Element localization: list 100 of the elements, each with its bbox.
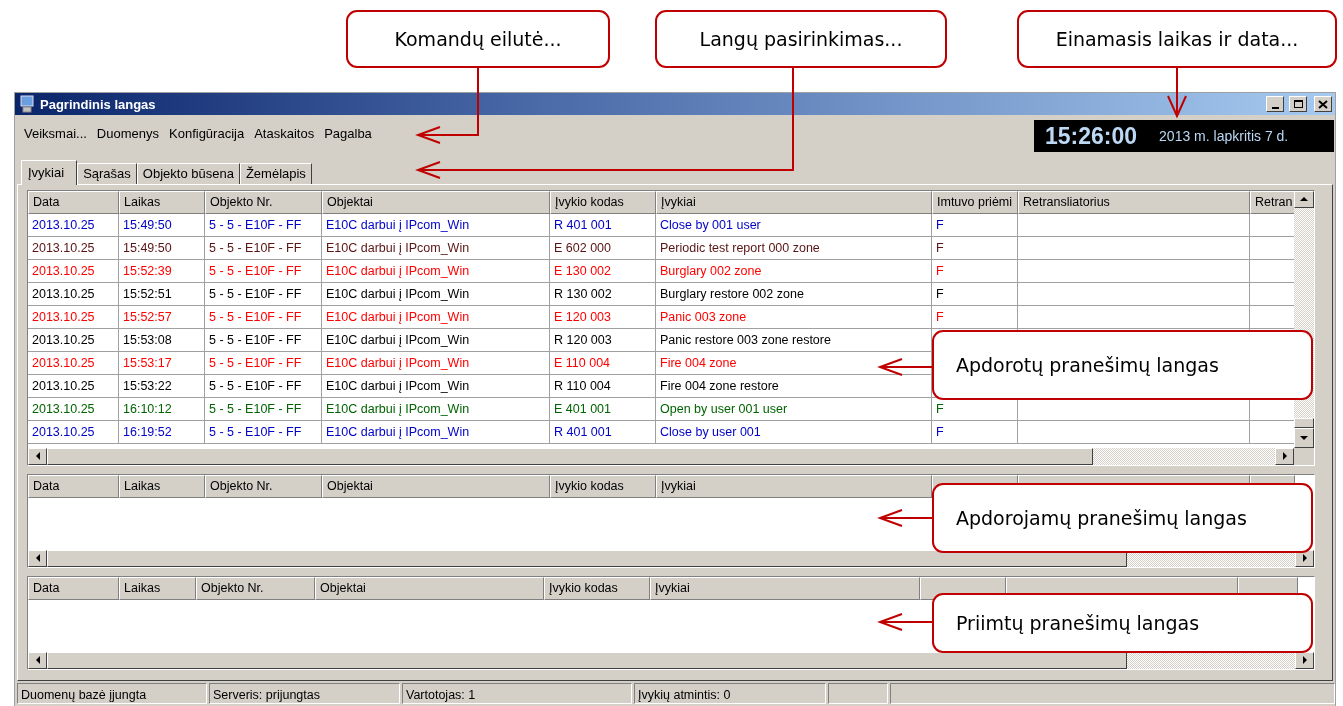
column-header[interactable]: Retransliatorius: [1018, 190, 1250, 214]
column-header[interactable]: Objekto Nr.: [205, 474, 322, 498]
table-cell: 5 - 5 - E10F - FF: [205, 305, 322, 329]
table-cell: 5 - 5 - E10F - FF: [205, 374, 322, 398]
table-cell: R 401 001: [550, 420, 656, 444]
menu-item[interactable]: Ataskaitos: [249, 126, 320, 142]
right-triangle-icon: [1282, 452, 1287, 461]
table-cell: E10C darbui į IPcom_Win: [322, 305, 550, 329]
table-cell: Open by user 001 user: [656, 397, 932, 421]
table-cell: 5 - 5 - E10F - FF: [205, 351, 322, 375]
tab[interactable]: Sąrašas: [77, 162, 137, 184]
table-cell: 15:49:50: [119, 213, 205, 237]
column-header[interactable]: Įvykiai: [656, 474, 932, 498]
column-header[interactable]: Objektai: [322, 190, 550, 214]
column-header[interactable]: Įvykiai: [650, 576, 920, 600]
scroll-thumb[interactable]: [47, 447, 1093, 465]
annotation-arrow: [877, 358, 933, 376]
menu-item[interactable]: Veiksmai...: [19, 126, 92, 142]
column-header[interactable]: Imtuvo priėmi: [932, 190, 1018, 214]
clock-time: 15:26:00: [1045, 122, 1138, 150]
tab[interactable]: Žemėlapis: [239, 162, 312, 184]
table-cell: 5 - 5 - E10F - FF: [205, 420, 322, 444]
table-cell: E10C darbui į IPcom_Win: [322, 351, 550, 375]
tab[interactable]: Objekto būsena: [136, 162, 240, 184]
column-header[interactable]: Įvykio kodas: [550, 190, 656, 214]
horizontal-scrollbar[interactable]: [28, 447, 1314, 465]
annotation-arrow: [877, 613, 933, 631]
computer-icon: [19, 95, 35, 114]
table-cell: E10C darbui į IPcom_Win: [322, 259, 550, 283]
tab[interactable]: Įvykiai: [21, 159, 78, 185]
scroll-thumb[interactable]: [47, 549, 1127, 567]
column-header[interactable]: Laikas: [119, 190, 205, 214]
column-header[interactable]: Įvykiai: [656, 190, 932, 214]
table-cell: E10C darbui į IPcom_Win: [322, 374, 550, 398]
scroll-left-button[interactable]: [28, 549, 47, 567]
table-cell: E10C darbui į IPcom_Win: [322, 213, 550, 237]
menu-item[interactable]: Pagalba: [319, 126, 377, 142]
column-header[interactable]: Objekto Nr.: [205, 190, 322, 214]
scroll-left-button[interactable]: [28, 447, 47, 465]
column-header[interactable]: Laikas: [119, 474, 205, 498]
column-header[interactable]: Retran: [1250, 190, 1294, 214]
table-cell: Burglary 002 zone: [656, 259, 932, 283]
table-cell: Fire 004 zone restore: [656, 374, 932, 398]
table-cell: F: [932, 213, 1018, 237]
table-cell: F: [932, 420, 1018, 444]
table-cell: E10C darbui į IPcom_Win: [322, 420, 550, 444]
scroll-down-button[interactable]: [1294, 427, 1314, 448]
column-header[interactable]: Data: [28, 190, 119, 214]
maximize-button[interactable]: [1289, 96, 1307, 113]
column-header[interactable]: Data: [28, 474, 119, 498]
table-cell: F: [932, 282, 1018, 306]
column-header[interactable]: Įvykio kodas: [550, 474, 656, 498]
table-cell: F: [932, 305, 1018, 329]
scroll-thumb[interactable]: [47, 651, 1127, 669]
table-cell: 16:10:12: [119, 397, 205, 421]
table-cell: E10C darbui į IPcom_Win: [322, 236, 550, 260]
callout-tooltip: Apdorojamų pranešimų langas: [932, 483, 1313, 553]
scroll-right-button[interactable]: [1295, 651, 1314, 669]
table-cell: 2013.10.25: [28, 328, 119, 352]
table-cell: 2013.10.25: [28, 305, 119, 329]
column-header[interactable]: Objekto Nr.: [196, 576, 315, 600]
annotation-arrow: [1167, 67, 1187, 119]
table-cell: 5 - 5 - E10F - FF: [205, 282, 322, 306]
status-panel: Vartotojas: 1: [402, 682, 632, 704]
table-cell: Burglary restore 002 zone: [656, 282, 932, 306]
minimize-button[interactable]: [1266, 96, 1284, 113]
table-cell: F: [932, 259, 1018, 283]
status-panel: Įvykių atmintis: 0: [634, 682, 826, 704]
status-panel: [828, 682, 888, 704]
column-header[interactable]: Objektai: [322, 474, 550, 498]
table-cell: 5 - 5 - E10F - FF: [205, 236, 322, 260]
table-cell: F: [932, 236, 1018, 260]
scroll-thumb[interactable]: [1294, 417, 1314, 428]
scroll-up-button[interactable]: [1294, 190, 1314, 208]
menu-item[interactable]: Duomenys: [91, 126, 164, 142]
table-cell: E10C darbui į IPcom_Win: [322, 328, 550, 352]
table-cell: Close by 001 user: [656, 213, 932, 237]
horizontal-scrollbar[interactable]: [28, 549, 1314, 567]
column-header[interactable]: Data: [28, 576, 119, 600]
table-cell: 15:53:08: [119, 328, 205, 352]
table-cell: 15:53:22: [119, 374, 205, 398]
column-header[interactable]: Objektai: [315, 576, 544, 600]
table-cell: 5 - 5 - E10F - FF: [205, 328, 322, 352]
close-button[interactable]: [1314, 96, 1332, 113]
column-header[interactable]: Įvykio kodas: [544, 576, 650, 600]
table-cell: Fire 004 zone: [656, 351, 932, 375]
table-cell: 15:52:57: [119, 305, 205, 329]
scroll-left-button[interactable]: [28, 651, 47, 669]
up-triangle-icon: [1300, 197, 1308, 202]
horizontal-scrollbar[interactable]: [28, 651, 1314, 669]
table-cell: 5 - 5 - E10F - FF: [205, 213, 322, 237]
annotation-arrow: [877, 509, 933, 527]
table-cell: E 602 000: [550, 236, 656, 260]
menu-item[interactable]: Konfigūracija: [164, 126, 250, 142]
scroll-right-button[interactable]: [1275, 447, 1294, 465]
table-cell: Periodic test report 000 zone: [656, 236, 932, 260]
column-header[interactable]: Laikas: [119, 576, 196, 600]
table-cell: 2013.10.25: [28, 282, 119, 306]
table-cell: 15:52:51: [119, 282, 205, 306]
left-triangle-icon: [35, 452, 40, 461]
